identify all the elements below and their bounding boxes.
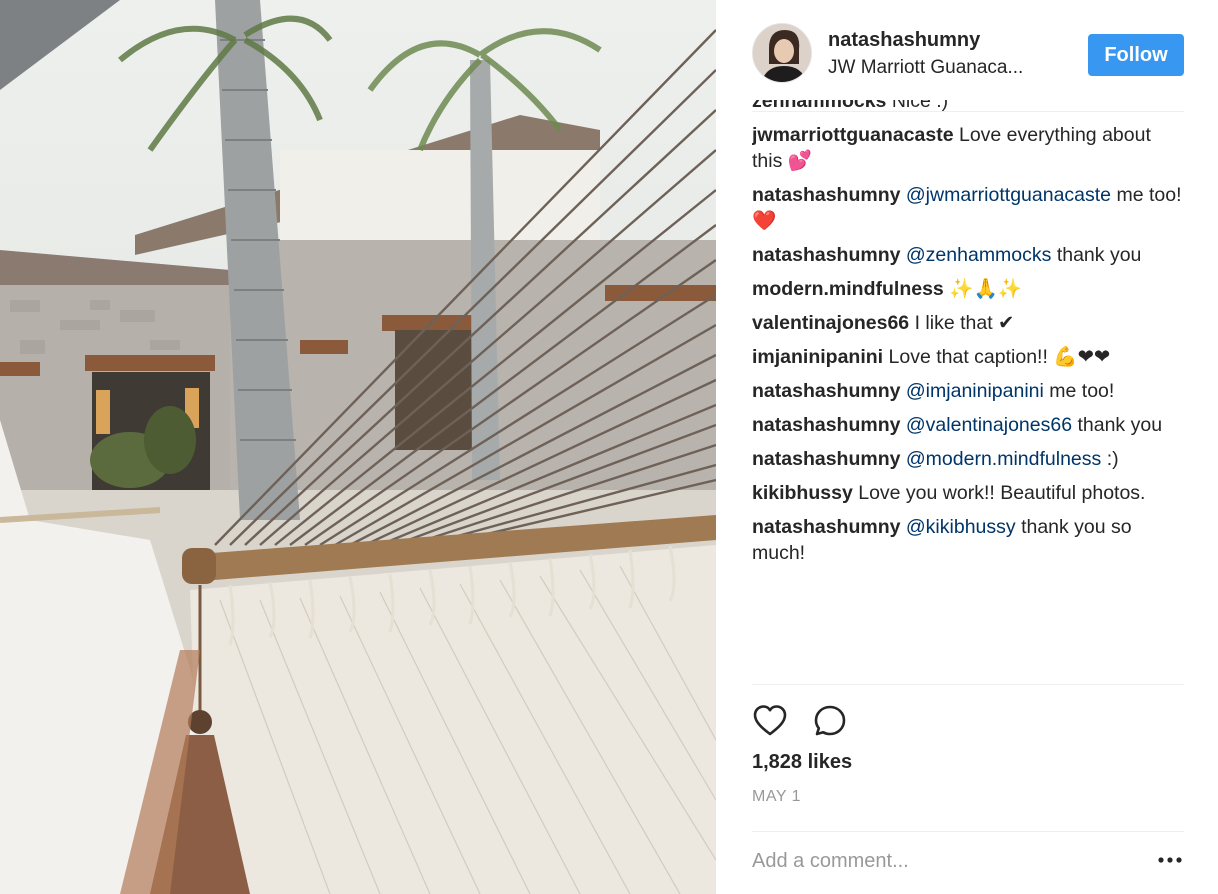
comment-row: natashashumny @kikibhussy thank you so m… <box>752 514 1184 566</box>
comments-scroll-content: zenhammocks Nice :) jwmarriottguanacaste … <box>752 100 1184 574</box>
comment-text: :) <box>1106 448 1119 470</box>
comment-username[interactable]: natashashumny <box>752 448 900 470</box>
comment-row: jwmarriottguanacaste Love everything abo… <box>752 122 1184 174</box>
post-photo[interactable] <box>0 0 716 894</box>
comment-row: valentinajones66 I like that ✔ <box>752 310 1184 336</box>
comment-mention-link[interactable]: @imjaninipanini <box>906 380 1044 402</box>
post-author-username[interactable]: natashashumny <box>828 29 980 52</box>
comment-row: natashashumny @valentinajones66 thank yo… <box>752 412 1184 438</box>
comment-text: Nice :) <box>891 100 949 112</box>
heart-icon[interactable] <box>752 703 788 739</box>
comment-username[interactable]: zenhammocks <box>752 100 886 112</box>
comment-bubble-icon[interactable] <box>812 703 848 739</box>
comment-username[interactable]: natashashumny <box>752 244 900 266</box>
comment-text: Love you work!! Beautiful photos. <box>858 482 1146 504</box>
post-actions: 1,828 likes MAY 1 <box>752 684 1184 894</box>
comment-mention-link[interactable]: @valentinajones66 <box>906 414 1072 436</box>
comment-mention-link[interactable]: @kikibhussy <box>906 516 1016 538</box>
post-header: natashashumny JW Marriott Guanaca... Fol… <box>752 20 1184 112</box>
comment-username[interactable]: natashashumny <box>752 414 900 436</box>
comment-username[interactable]: natashashumny <box>752 184 900 206</box>
comment-username[interactable]: natashashumny <box>752 516 900 538</box>
comment-text: ✨🙏✨ <box>949 278 1023 300</box>
comment-username[interactable]: jwmarriottguanacaste <box>752 124 954 146</box>
comment-row: kikibhussy Love you work!! Beautiful pho… <box>752 480 1184 506</box>
comment-username[interactable]: modern.mindfulness <box>752 278 944 300</box>
comment-text: me too! <box>1049 380 1115 402</box>
comment-username[interactable]: natashashumny <box>752 380 900 402</box>
comment-text: thank you <box>1056 244 1142 266</box>
post-date[interactable]: MAY 1 <box>752 788 801 806</box>
comment-row: natashashumny @zenhammocks thank you <box>752 242 1184 268</box>
comment-mention-link[interactable]: @jwmarriottguanacaste <box>906 184 1111 206</box>
avatar[interactable] <box>752 23 812 83</box>
comment-row: natashashumny @jwmarriottguanacaste me t… <box>752 182 1184 234</box>
post-location[interactable]: JW Marriott Guanaca... <box>828 57 1064 79</box>
comment-row: modern.mindfulness ✨🙏✨ <box>752 276 1184 302</box>
comments-list[interactable]: zenhammocks Nice :) jwmarriottguanacaste … <box>752 100 1184 680</box>
comment-text: I like that ✔ <box>914 312 1015 334</box>
comment-row: natashashumny @imjaninipanini me too! <box>752 378 1184 404</box>
comment-mention-link[interactable]: @modern.mindfulness <box>906 448 1101 470</box>
comment-text: Love that caption!! 💪❤❤ <box>888 346 1111 368</box>
comment-row: imjaninipanini Love that caption!! 💪❤❤ <box>752 344 1184 370</box>
add-comment-row <box>752 831 1184 894</box>
add-comment-input[interactable] <box>752 846 1142 876</box>
comment-username[interactable]: valentinajones66 <box>752 312 909 334</box>
post-details-panel: natashashumny JW Marriott Guanaca... Fol… <box>716 0 1218 894</box>
comment-row: natashashumny @modern.mindfulness :) <box>752 446 1184 472</box>
follow-button[interactable]: Follow <box>1088 34 1184 76</box>
comment-username[interactable]: kikibhussy <box>752 482 853 504</box>
avatar-image <box>753 24 811 82</box>
comment-username[interactable]: imjaninipanini <box>752 346 883 368</box>
hammock-photo-illustration <box>0 0 716 894</box>
likes-count[interactable]: 1,828 likes <box>752 751 852 774</box>
comment-row: zenhammocks Nice :) <box>752 100 1184 114</box>
comment-mention-link[interactable]: @zenhammocks <box>906 244 1052 266</box>
more-options-icon[interactable] <box>1156 848 1184 872</box>
comment-text: thank you <box>1077 414 1163 436</box>
